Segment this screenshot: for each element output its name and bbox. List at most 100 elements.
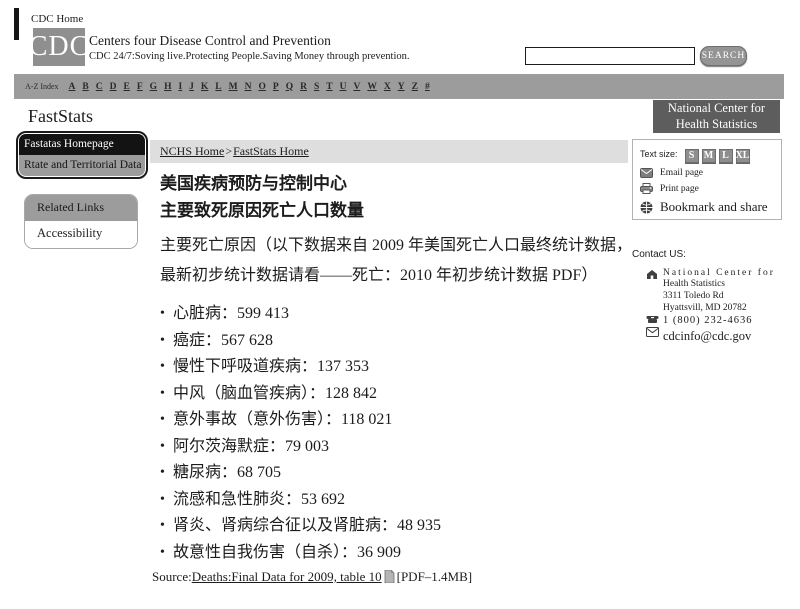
- breadcrumb-faststats-home[interactable]: FastStats Home: [233, 144, 309, 158]
- page: CDC Home CDC Centers four Disease Contro…: [0, 0, 800, 609]
- header-accent-bar: [14, 8, 19, 40]
- az-letter-link[interactable]: N: [245, 82, 252, 92]
- cause-item: 癌症：567 628: [160, 328, 632, 355]
- bookmark-share-link[interactable]: Bookmark and share: [640, 199, 775, 215]
- cause-item: 意外事故（意外伤害）：118 021: [160, 407, 632, 434]
- main-content: 美国疾病预防与控制中心 主要致死原因死亡人口数量 主要死亡原因（以下数据来自 2…: [160, 170, 632, 585]
- phone-icon: [646, 314, 663, 324]
- printer-icon: [640, 183, 655, 194]
- intro-paragraph: 主要死亡原因（以下数据来自 2009 年美国死亡人口最终统计数据，最新初步统计数…: [160, 231, 632, 291]
- az-letter-link[interactable]: A: [69, 82, 76, 92]
- contact-city: Hyattsvill, MD 20782: [663, 302, 775, 314]
- causes-list: 心脏病：599 413癌症：567 628慢性下呼吸道疾病：137 353中风（…: [160, 301, 632, 566]
- contact-phone-row: 1 (800) 232-4636: [646, 314, 796, 326]
- nchs-banner-line1: National Center for: [653, 101, 780, 117]
- cause-item: 肾炎、肾病综合征以及肾脏病：48 935: [160, 513, 632, 540]
- org-tagline: CDC 24/7:Soving live.Protecting People.S…: [89, 51, 410, 62]
- cause-item: 故意性自我伤害（自杀）：36 909: [160, 540, 632, 567]
- az-letter-link[interactable]: S: [314, 82, 319, 92]
- contact-address-row: National Center for Health Statistics 33…: [646, 268, 796, 314]
- contact-us-label: Contact US:: [632, 249, 686, 260]
- az-letter-link[interactable]: U: [340, 82, 347, 92]
- envelope-icon: [646, 326, 663, 337]
- sidebar-item-accessibility[interactable]: Accessibility: [25, 221, 137, 248]
- az-letter-link[interactable]: K: [201, 82, 208, 92]
- az-letter-link[interactable]: B: [82, 82, 88, 92]
- contact-address: National Center for Health Statistics 33…: [663, 268, 775, 314]
- sidebar-item-faststats-homepage[interactable]: Fastatas Homepage: [19, 134, 145, 155]
- source-link[interactable]: Deaths:Final Data for 2009, table 10: [192, 569, 382, 584]
- text-size-buttons: SMLXL: [682, 145, 750, 163]
- cause-item: 阿尔茨海默症：79 003: [160, 434, 632, 461]
- az-letter-link[interactable]: #: [425, 82, 430, 92]
- breadcrumb-separator: >: [225, 144, 232, 158]
- az-letter-link[interactable]: Z: [412, 82, 418, 92]
- az-letter-link[interactable]: H: [164, 82, 171, 92]
- az-letters: ABCDEFGHIJKLMNOPQRSTUVWXYZ #: [69, 82, 437, 92]
- text-size-button[interactable]: L: [719, 149, 733, 163]
- page-title-line2: 主要致死原因死亡人口数量: [160, 197, 632, 224]
- az-letter-link[interactable]: G: [150, 82, 157, 92]
- related-links-header: Related Links: [25, 195, 137, 221]
- cause-item: 心脏病：599 413: [160, 301, 632, 328]
- az-letter-link[interactable]: J: [189, 82, 194, 92]
- cause-item: 中风（脑血管疾病）：128 842: [160, 381, 632, 408]
- pdf-icon: [384, 570, 395, 583]
- az-letter-link[interactable]: L: [215, 82, 221, 92]
- text-size-button[interactable]: S: [685, 149, 699, 163]
- text-size-button[interactable]: M: [702, 149, 716, 163]
- cdc-logo[interactable]: CDC: [33, 28, 85, 66]
- page-title-line1: 美国疾病预防与控制中心: [160, 170, 632, 197]
- contact-org-line2: Health Statistics: [663, 278, 775, 290]
- contact-street: 3311 Toledo Rd: [663, 290, 775, 302]
- az-letter-link[interactable]: E: [124, 82, 130, 92]
- cause-item: 流感和急性肺炎：53 692: [160, 487, 632, 514]
- search-button[interactable]: SEARCH: [700, 46, 747, 66]
- az-letter-link[interactable]: D: [110, 82, 117, 92]
- cdc-home-link[interactable]: CDC Home: [31, 13, 83, 25]
- email-page-label: Email page: [660, 168, 703, 178]
- contact-block: National Center for Health Statistics 33…: [646, 268, 796, 344]
- print-page-link[interactable]: Print page: [640, 183, 775, 194]
- az-letter-link[interactable]: V: [353, 82, 360, 92]
- az-letter-link[interactable]: T: [326, 82, 332, 92]
- cause-item: 糖尿病：68 705: [160, 460, 632, 487]
- az-letter-link[interactable]: Y: [398, 82, 405, 92]
- az-letter-link[interactable]: O: [258, 82, 265, 92]
- az-letter-link[interactable]: R: [300, 82, 307, 92]
- search-input[interactable]: [525, 47, 695, 65]
- az-letter-link[interactable]: F: [137, 82, 143, 92]
- sidebar-nav: Fastatas Homepage Rtate and Territorial …: [16, 131, 148, 179]
- email-page-link[interactable]: Email page: [640, 168, 775, 178]
- az-letter-link[interactable]: Q: [286, 82, 293, 92]
- contact-org-line1: National Center for: [663, 268, 775, 278]
- az-index-bar: A-Z Index ABCDEFGHIJKLMNOPQRSTUVWXYZ #: [14, 74, 784, 99]
- breadcrumb-nchs-home[interactable]: NCHS Home: [160, 144, 224, 158]
- az-letter-link[interactable]: W: [367, 82, 377, 92]
- page-tools-box: Text size: SMLXL Email page Print page B…: [632, 139, 782, 220]
- share-globe-icon: [640, 201, 655, 214]
- contact-email-link[interactable]: cdcinfo@cdc.gov: [663, 329, 751, 344]
- text-size-label: Text size:: [640, 149, 678, 159]
- faststats-title: FastStats: [28, 106, 93, 127]
- nchs-banner: National Center for Health Statistics: [653, 100, 780, 133]
- az-letter-link[interactable]: X: [384, 82, 391, 92]
- source-line: Source:Deaths:Final Data for 2009, table…: [152, 569, 632, 585]
- org-name: Centers four Disease Control and Prevent…: [89, 33, 331, 49]
- breadcrumb: NCHS Home>FastStats Home: [150, 140, 628, 163]
- contact-email-row: cdcinfo@cdc.gov: [646, 326, 796, 344]
- az-letter-link[interactable]: C: [96, 82, 103, 92]
- text-size-button[interactable]: XL: [736, 149, 750, 163]
- email-page-icon: [640, 168, 655, 178]
- source-prefix: Source:: [152, 569, 192, 584]
- contact-phone: 1 (800) 232-4636: [663, 315, 753, 326]
- az-letter-link[interactable]: M: [229, 82, 238, 92]
- building-icon: [646, 268, 663, 280]
- az-letter-link[interactable]: P: [273, 82, 279, 92]
- text-size-row: Text size: SMLXL: [640, 145, 775, 163]
- az-letter-link[interactable]: I: [178, 82, 182, 92]
- az-index-label: A-Z Index: [25, 82, 59, 91]
- bookmark-share-label: Bookmark and share: [660, 199, 768, 215]
- sidebar-item-state-territorial-data[interactable]: Rtate and Territorial Data: [19, 155, 145, 176]
- source-suffix: [PDF–1.4MB]: [397, 569, 473, 584]
